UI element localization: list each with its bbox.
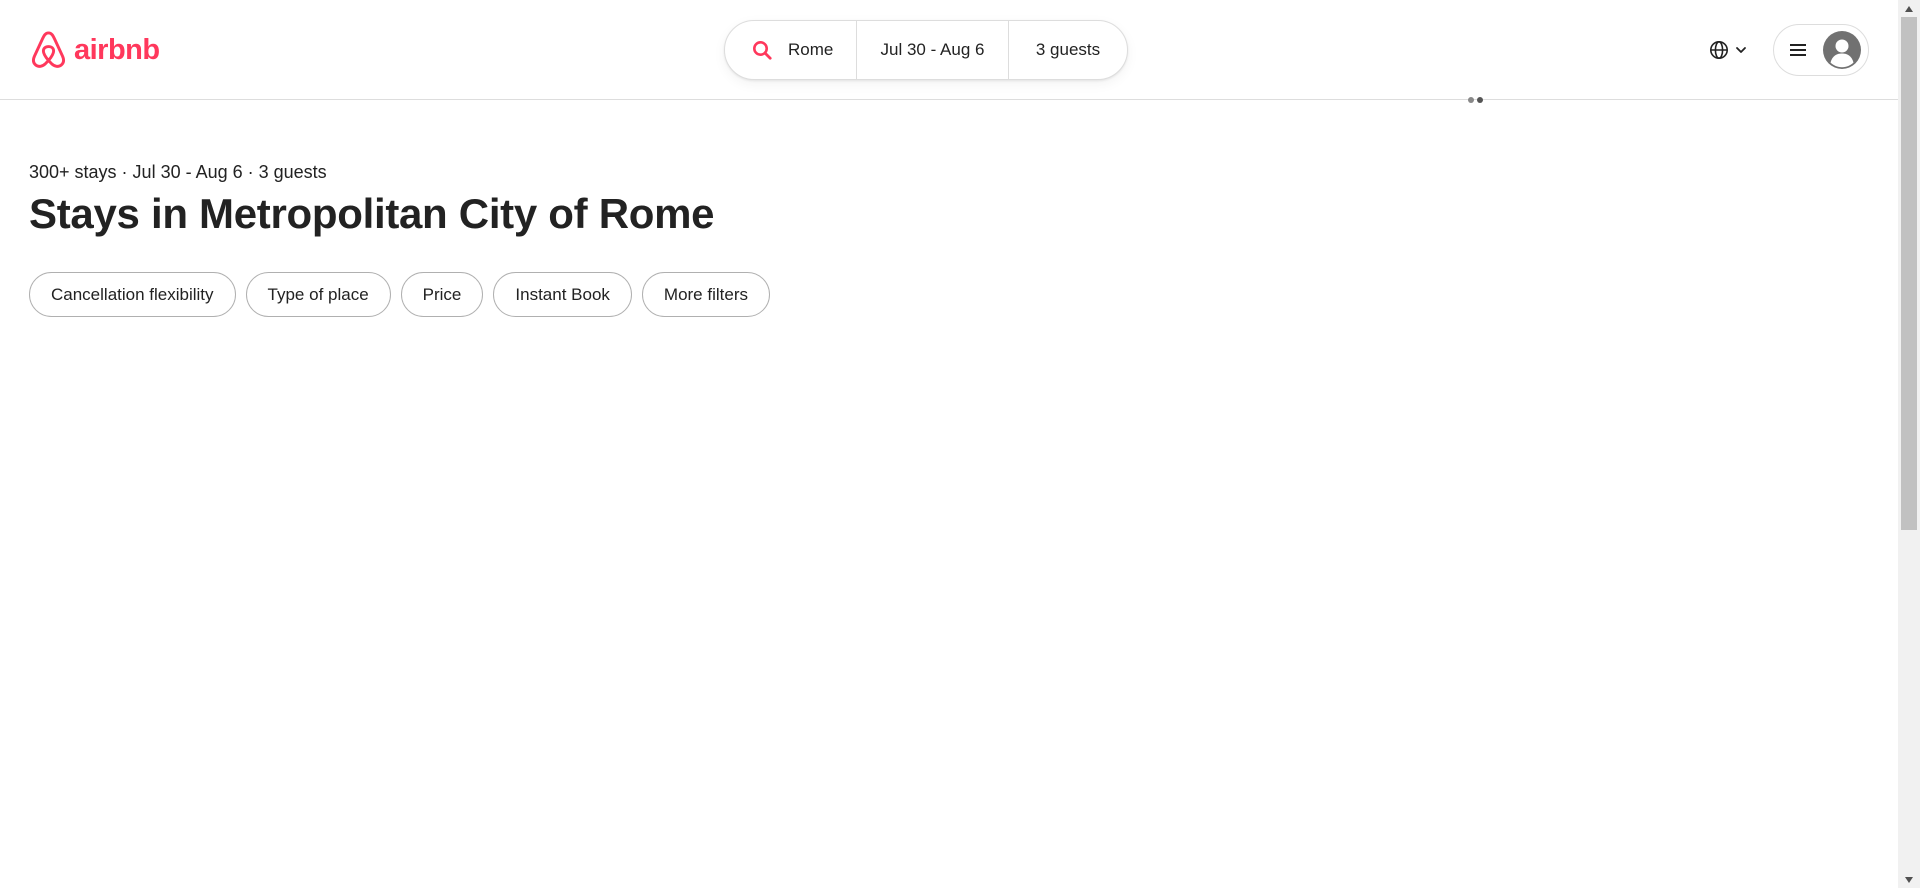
filter-instant-book[interactable]: Instant Book — [493, 272, 632, 317]
filter-bar: Cancellation flexibility Type of place P… — [29, 272, 770, 317]
search-icon — [753, 41, 772, 60]
search-location-text: Rome — [788, 40, 834, 59]
scroll-up-arrow-icon[interactable] — [1898, 0, 1920, 17]
filter-cancellation-flexibility[interactable]: Cancellation flexibility — [29, 272, 236, 317]
logo-wordmark: airbnb — [74, 34, 160, 66]
scroll-down-arrow-icon[interactable] — [1898, 871, 1920, 888]
airbnb-logo[interactable]: airbnb — [29, 29, 160, 71]
top-header: airbnb Rome Jul 30 - Aug 6 3 guests — [0, 0, 1898, 103]
search-guests[interactable]: 3 guests — [1009, 20, 1127, 80]
chevron-down-icon — [1736, 47, 1746, 53]
filter-more-filters[interactable]: More filters — [641, 272, 770, 317]
loading-dot — [1477, 97, 1483, 103]
airbnb-logo-icon — [32, 31, 65, 68]
search-location[interactable]: Rome — [725, 20, 857, 80]
search-dates-text: Jul 30 - Aug 6 — [880, 40, 985, 59]
scrollbar-thumb[interactable] — [1901, 17, 1917, 530]
search-bar[interactable]: Rome Jul 30 - Aug 6 3 guests — [724, 20, 1128, 80]
loading-indicator — [1468, 97, 1483, 103]
filter-price[interactable]: Price — [400, 272, 484, 317]
loading-dot — [1468, 97, 1474, 103]
user-avatar-icon — [1823, 31, 1861, 69]
triangle-down-icon — [1905, 876, 1913, 883]
hamburger-menu-icon — [1790, 44, 1806, 56]
search-dates[interactable]: Jul 30 - Aug 6 — [857, 20, 1009, 80]
globe-icon — [1710, 41, 1728, 59]
browser-viewport: airbnb Rome Jul 30 - Aug 6 3 guests 300+… — [0, 0, 1898, 888]
language-button[interactable] — [1700, 26, 1756, 74]
page-title: Stays in Metropolitan City of Rome — [29, 190, 715, 237]
filter-type-of-place[interactable]: Type of place — [245, 272, 391, 317]
vertical-scrollbar[interactable] — [1898, 0, 1920, 888]
triangle-up-icon — [1905, 5, 1913, 12]
user-menu-button[interactable] — [1773, 24, 1869, 76]
search-guests-text: 3 guests — [1035, 40, 1101, 59]
results-summary: 300+ stays · Jul 30 - Aug 6 · 3 guests — [29, 162, 327, 182]
